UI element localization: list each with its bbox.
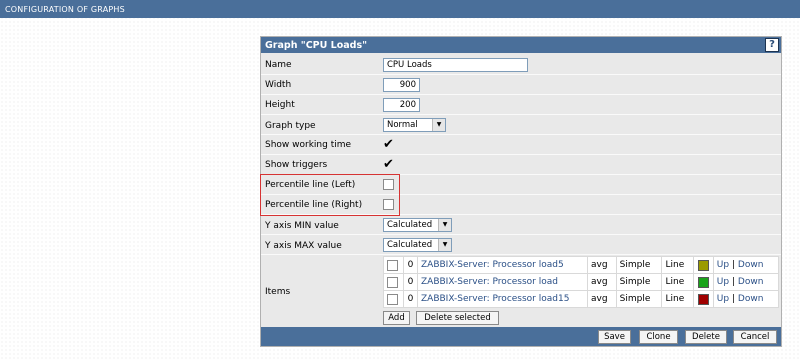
row-y-max: Y axis MAX value Calculated ▼ (261, 235, 781, 255)
item-function: avg (587, 256, 617, 274)
item-style: Line (661, 256, 694, 274)
save-button[interactable]: Save (598, 330, 631, 344)
item-drawtype: Simple (615, 256, 663, 274)
item-select-checkbox[interactable] (387, 293, 398, 305)
graph-type-select[interactable]: Normal ▼ (383, 118, 446, 132)
item-style: Line (661, 290, 694, 308)
y-max-select[interactable]: Calculated ▼ (383, 238, 452, 252)
item-color-swatch[interactable] (697, 259, 709, 271)
y-max-label: Y axis MAX value (265, 241, 342, 251)
items-label: Items (265, 287, 291, 297)
row-percentile-right: Percentile line (Right) (261, 195, 781, 215)
row-height: Height 200 (261, 95, 781, 115)
add-item-button[interactable]: Add (383, 311, 410, 325)
item-up-link[interactable]: Up (717, 294, 729, 304)
item-select-checkbox[interactable] (387, 276, 398, 288)
height-label: Height (265, 100, 295, 110)
y-max-value: Calculated (387, 240, 433, 250)
row-width: Width 900 (261, 75, 781, 95)
row-show-working-time: Show working time ✔ (261, 135, 781, 155)
items-table: 0 ZABBIX-Server: Processor load5 avg Sim… (383, 256, 780, 308)
item-drawtype: Simple (615, 273, 663, 291)
delete-selected-button[interactable]: Delete selected (416, 311, 499, 325)
item-name-link[interactable]: ZABBIX-Server: Processor load15 (417, 290, 588, 308)
chevron-down-icon: ▼ (432, 119, 445, 131)
item-down-link[interactable]: Down (738, 277, 764, 287)
item-style: Line (661, 273, 694, 291)
chevron-down-icon: ▼ (438, 239, 451, 251)
clone-button[interactable]: Clone (639, 330, 678, 344)
cancel-button[interactable]: Cancel (733, 330, 777, 344)
item-select-checkbox[interactable] (387, 259, 398, 271)
percentile-left-label: Percentile line (Left) (265, 180, 356, 190)
item-link-separator: | (731, 260, 736, 270)
item-drawtype: Simple (615, 290, 663, 308)
item-up-link[interactable]: Up (717, 277, 729, 287)
item-color-swatch[interactable] (697, 293, 709, 305)
chevron-down-icon: ▼ (438, 219, 451, 231)
width-label: Width (265, 80, 292, 90)
percentile-left-checkbox[interactable] (383, 179, 394, 190)
panel-header: Graph "CPU Loads" ? (261, 37, 781, 53)
row-y-min: Y axis MIN value Calculated ▼ (261, 215, 781, 235)
width-input[interactable]: 900 (383, 78, 420, 92)
item-down-link[interactable]: Down (738, 294, 764, 304)
name-label: Name (265, 60, 292, 70)
panel-title: Graph "CPU Loads" (265, 40, 368, 51)
item-function: avg (587, 273, 617, 291)
table-row: 0 ZABBIX-Server: Processor load5 avg Sim… (383, 256, 780, 274)
graph-type-value: Normal (387, 120, 418, 130)
row-name: Name CPU Loads (261, 56, 781, 75)
y-min-select[interactable]: Calculated ▼ (383, 218, 452, 232)
height-input[interactable]: 200 (383, 98, 420, 112)
item-color-swatch[interactable] (697, 276, 709, 288)
page-header: CONFIGURATION OF GRAPHS (0, 0, 800, 18)
item-up-link[interactable]: Up (717, 260, 729, 270)
row-graph-type: Graph type Normal ▼ (261, 115, 781, 135)
row-percentile-left: Percentile line (Left) (261, 175, 781, 195)
percentile-right-checkbox[interactable] (383, 199, 394, 210)
item-link-separator: | (731, 277, 736, 287)
show-working-time-checkbox[interactable]: ✔ (383, 138, 394, 151)
delete-button[interactable]: Delete (685, 330, 727, 344)
percentile-right-label: Percentile line (Right) (265, 200, 363, 210)
table-row: 0 ZABBIX-Server: Processor load avg Simp… (383, 273, 780, 291)
row-show-triggers: Show triggers ✔ (261, 155, 781, 175)
show-triggers-checkbox[interactable]: ✔ (383, 158, 394, 171)
item-order: 0 (403, 290, 418, 308)
help-icon[interactable]: ? (765, 38, 779, 52)
item-link-separator: | (731, 294, 736, 304)
show-working-time-label: Show working time (265, 140, 352, 150)
name-input[interactable]: CPU Loads (383, 58, 528, 72)
y-min-value: Calculated (387, 220, 433, 230)
graph-type-label: Graph type (265, 121, 316, 131)
item-down-link[interactable]: Down (738, 260, 764, 270)
item-name-link[interactable]: ZABBIX-Server: Processor load5 (417, 256, 588, 274)
item-function: avg (587, 290, 617, 308)
item-order: 0 (403, 273, 418, 291)
y-min-label: Y axis MIN value (265, 221, 339, 231)
item-name-link[interactable]: ZABBIX-Server: Processor load (417, 273, 588, 291)
show-triggers-label: Show triggers (265, 160, 328, 170)
item-order: 0 (403, 256, 418, 274)
footer-bar: Save Clone Delete Cancel (261, 327, 781, 346)
graph-config-panel: Graph "CPU Loads" ? Name CPU Loads Width… (260, 36, 782, 347)
table-row: 0 ZABBIX-Server: Processor load15 avg Si… (383, 290, 780, 308)
